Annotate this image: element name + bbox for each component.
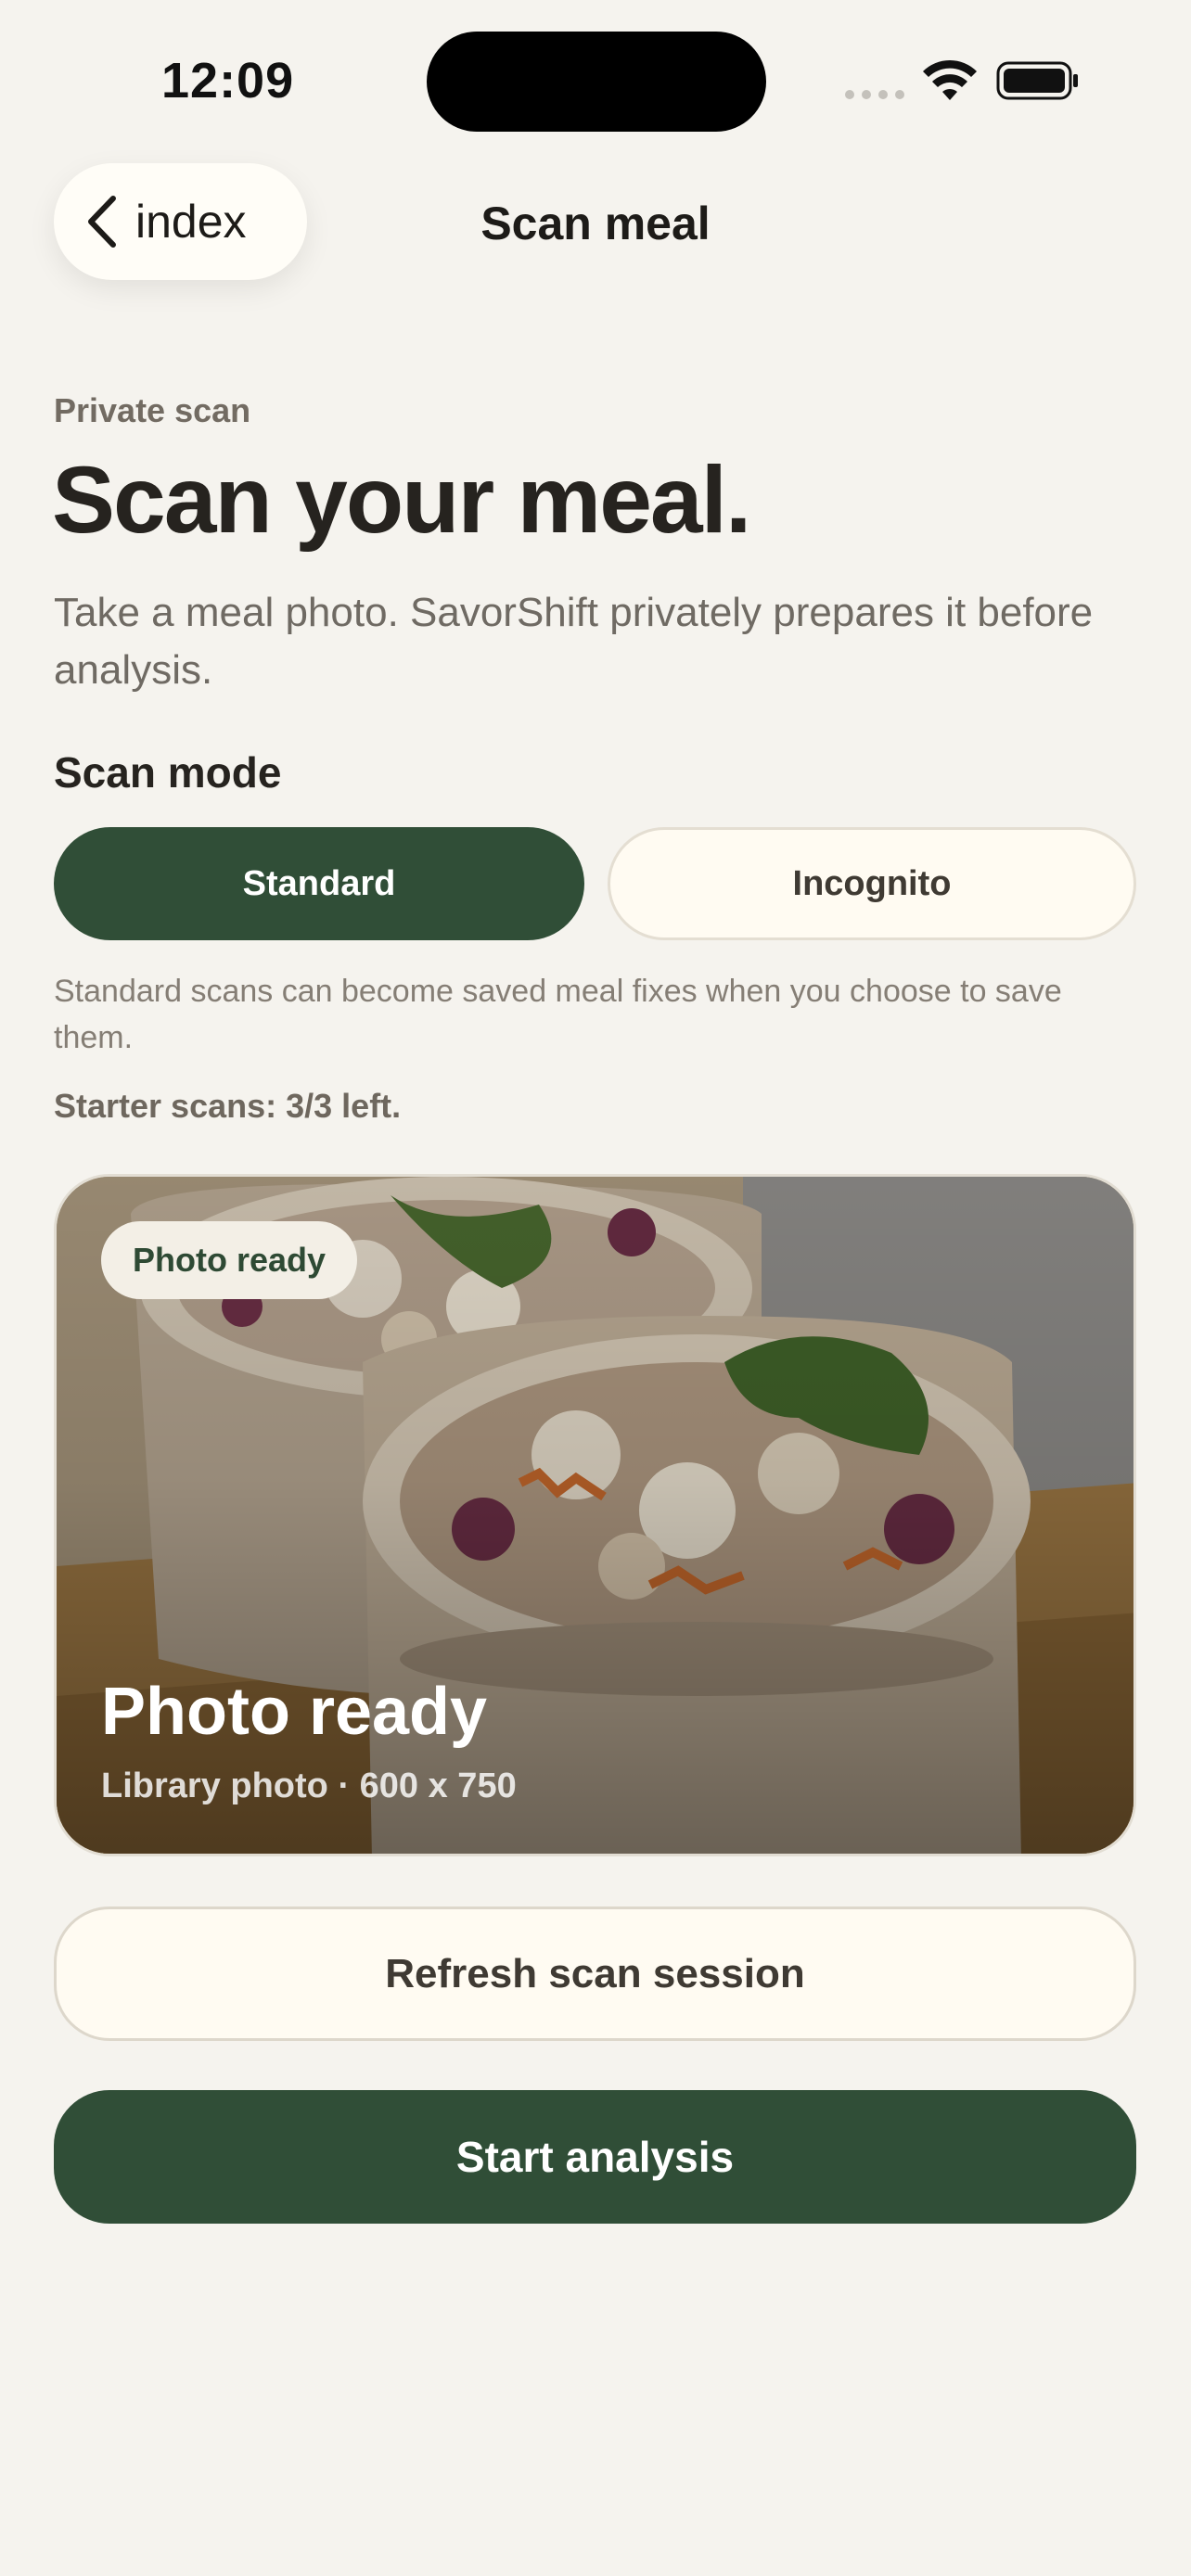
cellular-signal-icon bbox=[845, 90, 904, 99]
starter-scans-count: Starter scans: 3/3 left. bbox=[54, 1087, 402, 1125]
wifi-icon bbox=[923, 59, 977, 100]
page-title: Scan your meal. bbox=[52, 447, 751, 553]
nav-title: Scan meal bbox=[480, 198, 711, 249]
scan-mode-helper: Standard scans can become saved meal fix… bbox=[54, 974, 1062, 1055]
battery-icon bbox=[996, 61, 1078, 100]
refresh-scan-session-button[interactable]: Refresh scan session bbox=[54, 1906, 1136, 2041]
status-time: 12:09 bbox=[161, 53, 295, 108]
photo-card-title: Photo ready bbox=[101, 1675, 488, 1749]
eyebrow-label: Private scan bbox=[54, 391, 251, 429]
standard-mode-button[interactable]: Standard bbox=[54, 827, 584, 940]
page-description: Take a meal photo. SavorShift privately … bbox=[54, 590, 1094, 693]
start-analysis-button[interactable]: Start analysis bbox=[54, 2090, 1136, 2224]
photo-card-meta: Library photo · 600 x 750 bbox=[101, 1766, 517, 1805]
dynamic-island bbox=[427, 32, 766, 132]
scan-mode-title: Scan mode bbox=[54, 748, 282, 797]
photo-status-badge: Photo ready bbox=[101, 1221, 358, 1299]
photo-preview-card[interactable]: Photo ready Photo ready Library photo · … bbox=[54, 1174, 1136, 1856]
incognito-mode-button[interactable]: Incognito bbox=[608, 827, 1136, 940]
